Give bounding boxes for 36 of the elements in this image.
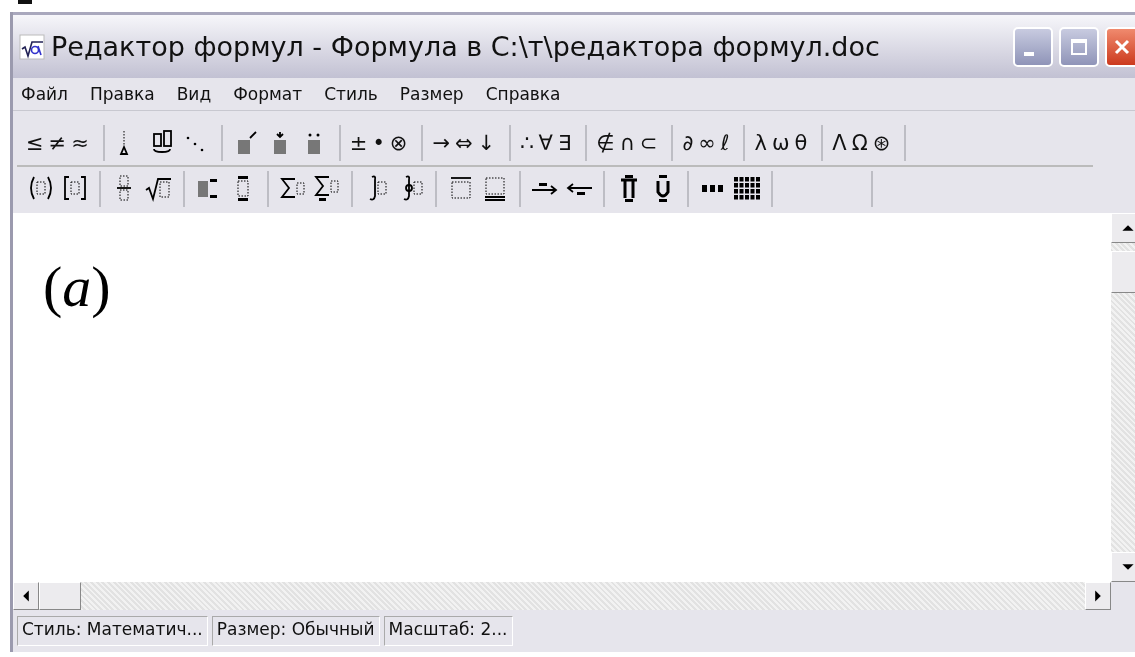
symbol-palette-button[interactable]: ∉∩⊂ (596, 129, 663, 157)
scroll-down-button[interactable] (1111, 552, 1135, 582)
symbol-palette-button[interactable]: →⇔↓ (432, 129, 501, 157)
symbol-palette-button[interactable]: ∂∞ℓ (682, 129, 735, 157)
menu-item[interactable]: Размер (399, 84, 464, 104)
formula-canvas[interactable]: (a) (13, 213, 1111, 582)
horizontal-scrollbar[interactable] (13, 582, 1111, 610)
minimize-icon (1024, 51, 1034, 56)
minimize-button[interactable] (1013, 26, 1053, 67)
menu-item[interactable]: Стиль (324, 84, 378, 104)
status-panel: Масштаб: 2... (383, 616, 513, 646)
maximize-icon (1069, 36, 1089, 57)
scroll-up-button[interactable] (1111, 213, 1135, 243)
scroll-right-button[interactable] (1085, 582, 1111, 610)
menu-item[interactable]: Правка (89, 84, 155, 104)
close-button[interactable] (1105, 26, 1135, 67)
status-panel: Стиль: Математич... (17, 616, 208, 646)
scroll-thumb[interactable] (39, 582, 81, 610)
menu-item[interactable]: Вид (176, 84, 212, 104)
menu-item[interactable]: Справка (485, 84, 561, 104)
scroll-left-button[interactable] (13, 582, 39, 610)
menu-item[interactable]: Формат (233, 84, 303, 104)
sum-limits-template-icon[interactable] (312, 174, 342, 204)
maximize-button[interactable] (1059, 26, 1099, 67)
formula: (a) (43, 254, 111, 319)
symbol-palette-button[interactable]: ΛΩ⊛ (832, 129, 896, 157)
window-title: Редактор формул - Формула в C:\т\редактора формул.doc (51, 31, 880, 62)
menu-item[interactable]: Файл (21, 84, 68, 104)
status-panel: Размер: Обычный (211, 616, 380, 646)
symbol-palette-button[interactable]: λωθ (754, 129, 813, 157)
scroll-thumb[interactable] (1111, 251, 1135, 293)
symbol-palette-button[interactable]: ≤≠≈ (26, 129, 94, 157)
symbol-palette-button[interactable]: ∴∀∃ (520, 129, 577, 157)
radical-alpha-icon (19, 33, 45, 60)
symbol-palette-button[interactable]: ±•⊗ (349, 129, 413, 157)
vertical-scrollbar[interactable] (1111, 213, 1135, 582)
